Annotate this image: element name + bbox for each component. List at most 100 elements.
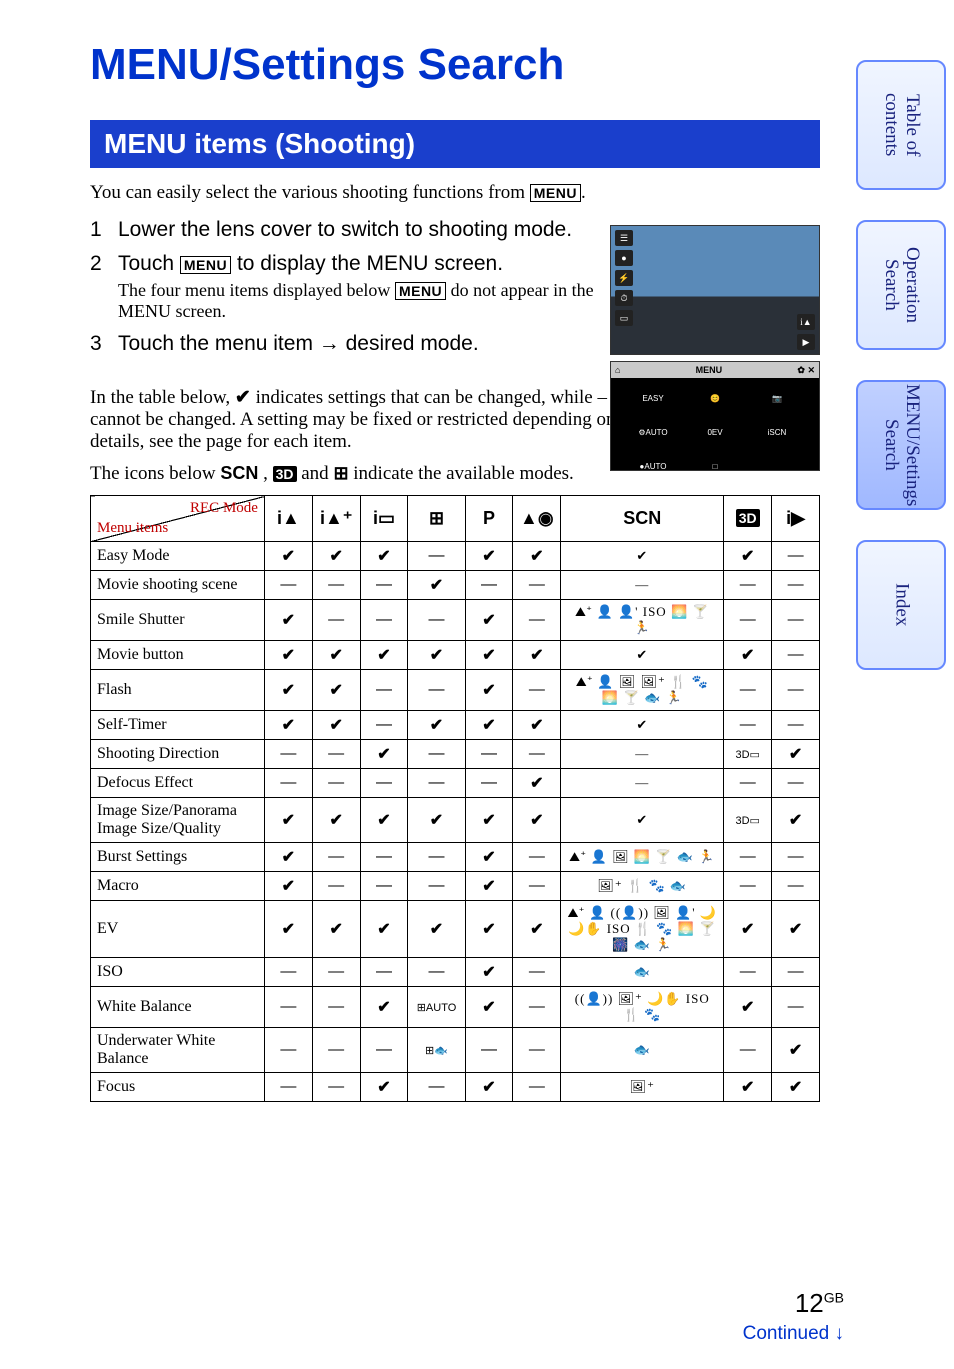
corner-top-label: REC Mode — [190, 500, 258, 517]
side-tab-menu-settings[interactable]: MENU/Settings Search — [856, 380, 946, 510]
table-header-row: REC Mode Menu items i▲ i▲⁺ i▭ ⊞ P ▲◉ SCN… — [91, 496, 820, 542]
table-row: Self-Timer✔✔—✔✔✔✔—— — [91, 711, 820, 740]
row-cell: ✔ — [360, 641, 408, 670]
step-2: Touch MENU to display the MENU screen. T… — [90, 252, 600, 322]
row-cell: — — [312, 600, 360, 641]
row-cell: — — [772, 958, 820, 987]
illus-icon-play: ▶ — [797, 334, 815, 350]
row-cell: — — [772, 641, 820, 670]
row-cell: ✔ — [465, 958, 513, 987]
row-cell: ✔ — [408, 901, 465, 958]
row-cell: — — [312, 740, 360, 769]
table-row: Movie button✔✔✔✔✔✔✔✔— — [91, 641, 820, 670]
table-row: ISO————✔—🐟—— — [91, 958, 820, 987]
row-cell: ✔ — [772, 798, 820, 843]
side-tab-operation[interactable]: Operation Search — [856, 220, 946, 350]
step-1-text: Lower the lens cover to switch to shooti… — [118, 218, 572, 241]
row-cell: — — [772, 711, 820, 740]
row-cell: — — [264, 1028, 312, 1073]
row-cell: ✔ — [408, 641, 465, 670]
row-cell: — — [264, 740, 312, 769]
row-cell: ✔ — [513, 641, 561, 670]
row-cell: — — [513, 872, 561, 901]
table-row: Smile Shutter✔———✔—⛰⁺ 👤 👤' ISO 🌅 🍸 🏃—— — [91, 600, 820, 641]
row-cell: — — [312, 958, 360, 987]
row-cell: — — [360, 571, 408, 600]
page-lang: GB — [824, 1289, 844, 1305]
page-number: 12 — [795, 1288, 824, 1318]
row-cell: ⛰⁺ 👤 ((👤)) 🖼 👤' 🌙 🌙✋ ISO 🍴 🐾 🌅 🍸 🎆 🐟 🏃 — [561, 901, 724, 958]
illus-icon-timer: ⏱ — [615, 290, 633, 306]
row-cell: ✔ — [465, 670, 513, 711]
col-iA-icon: i▲ — [264, 496, 312, 542]
section-heading: MENU items (Shooting) — [90, 120, 820, 168]
step-1: Lower the lens cover to switch to shooti… — [90, 218, 600, 242]
col-P-icon: P — [465, 496, 513, 542]
row-name: Image Size/Panorama Image Size/Quality — [91, 798, 265, 843]
row-cell: 🐟 — [561, 1028, 724, 1073]
row-cell: 🖼⁺ — [561, 1073, 724, 1102]
page-footer: 12GB Continued ↓ — [743, 1288, 844, 1345]
row-cell: ✔ — [312, 901, 360, 958]
row-cell: — — [724, 600, 772, 641]
row-cell: — — [360, 769, 408, 798]
row-cell: — — [408, 1073, 465, 1102]
row-cell: ✔ — [264, 641, 312, 670]
illus-menu-item-5: iSCN — [749, 418, 805, 446]
table-corner-cell: REC Mode Menu items — [91, 496, 265, 542]
illus-menu-item-6: ●AUTO — [625, 452, 681, 480]
col-defocus-label: ▲◉ — [520, 508, 554, 528]
row-cell: ✔ — [264, 711, 312, 740]
row-cell: ✔ — [465, 542, 513, 571]
row-cell: — — [724, 958, 772, 987]
table-intro-2-after: indicate the available modes. — [353, 463, 574, 484]
row-cell: ⛰⁺ 👤 🖼 🌅 🍸 🐟 🏃 — [561, 843, 724, 872]
row-cell: ✔ — [312, 542, 360, 571]
row-cell: ✔ — [561, 641, 724, 670]
row-cell: ✔ — [264, 670, 312, 711]
row-cell: — — [513, 1028, 561, 1073]
row-name: ISO — [91, 958, 265, 987]
row-cell: — — [264, 571, 312, 600]
row-cell: — — [724, 571, 772, 600]
illus-left-icons: ☰ ● ⚡ ⏱ ▭ — [615, 230, 633, 326]
col-3D-label: 3D — [736, 509, 760, 527]
table-row: Underwater White Balance———⊞🐟——🐟—✔ — [91, 1028, 820, 1073]
col-iAplus-label: i▲⁺ — [320, 508, 352, 528]
row-cell: ✔ — [465, 711, 513, 740]
row-cell: ✔ — [465, 600, 513, 641]
col-3D-icon: 3D — [724, 496, 772, 542]
side-tab-toc[interactable]: Table of contents — [856, 60, 946, 190]
row-cell: ((👤)) 🖼⁺ 🌙✋ ISO 🍴 🐾 — [561, 987, 724, 1028]
table-row: Movie shooting scene———✔————— — [91, 571, 820, 600]
illustration-menu-screen: ⌂ MENU ✿ ✕ EASY 😊 📷 ⚙AUTO 0EV iSCN ●AUTO… — [610, 361, 820, 471]
row-cell: — — [360, 670, 408, 711]
row-cell: — — [772, 843, 820, 872]
steps-list: Lower the lens cover to switch to shooti… — [90, 218, 600, 356]
row-name: Smile Shutter — [91, 600, 265, 641]
row-cell: 🐟 — [561, 958, 724, 987]
row-cell: ✔ — [264, 872, 312, 901]
row-cell: — — [772, 872, 820, 901]
table-row: Macro✔———✔—🖼⁺ 🍴 🐾 🐟—— — [91, 872, 820, 901]
row-cell: — — [360, 1028, 408, 1073]
feature-table: REC Mode Menu items i▲ i▲⁺ i▭ ⊞ P ▲◉ SCN… — [90, 495, 820, 1102]
row-cell: ✔ — [772, 901, 820, 958]
row-cell: — — [312, 571, 360, 600]
col-P-label: P — [483, 508, 495, 528]
row-cell: ✔ — [264, 798, 312, 843]
row-cell: ✔ — [264, 843, 312, 872]
row-cell: ✔ — [360, 740, 408, 769]
table-intro-2-mid2: and — [301, 463, 333, 484]
illus-icon-menu: ☰ — [615, 230, 633, 246]
row-cell: ✔ — [724, 542, 772, 571]
row-cell: — — [408, 872, 465, 901]
row-cell: — — [408, 843, 465, 872]
menu-glyph: MENU — [530, 184, 581, 202]
row-cell: — — [264, 987, 312, 1028]
col-iAplus-icon: i▲⁺ — [312, 496, 360, 542]
row-cell: ✔ — [312, 711, 360, 740]
col-iA-label: i▲ — [277, 508, 300, 528]
side-tab-index[interactable]: Index — [856, 540, 946, 670]
row-cell: ⛰⁺ 👤 🖼 🖼⁺ 🍴 🐾 🌅 🍸 🐟 🏃 — [561, 670, 724, 711]
